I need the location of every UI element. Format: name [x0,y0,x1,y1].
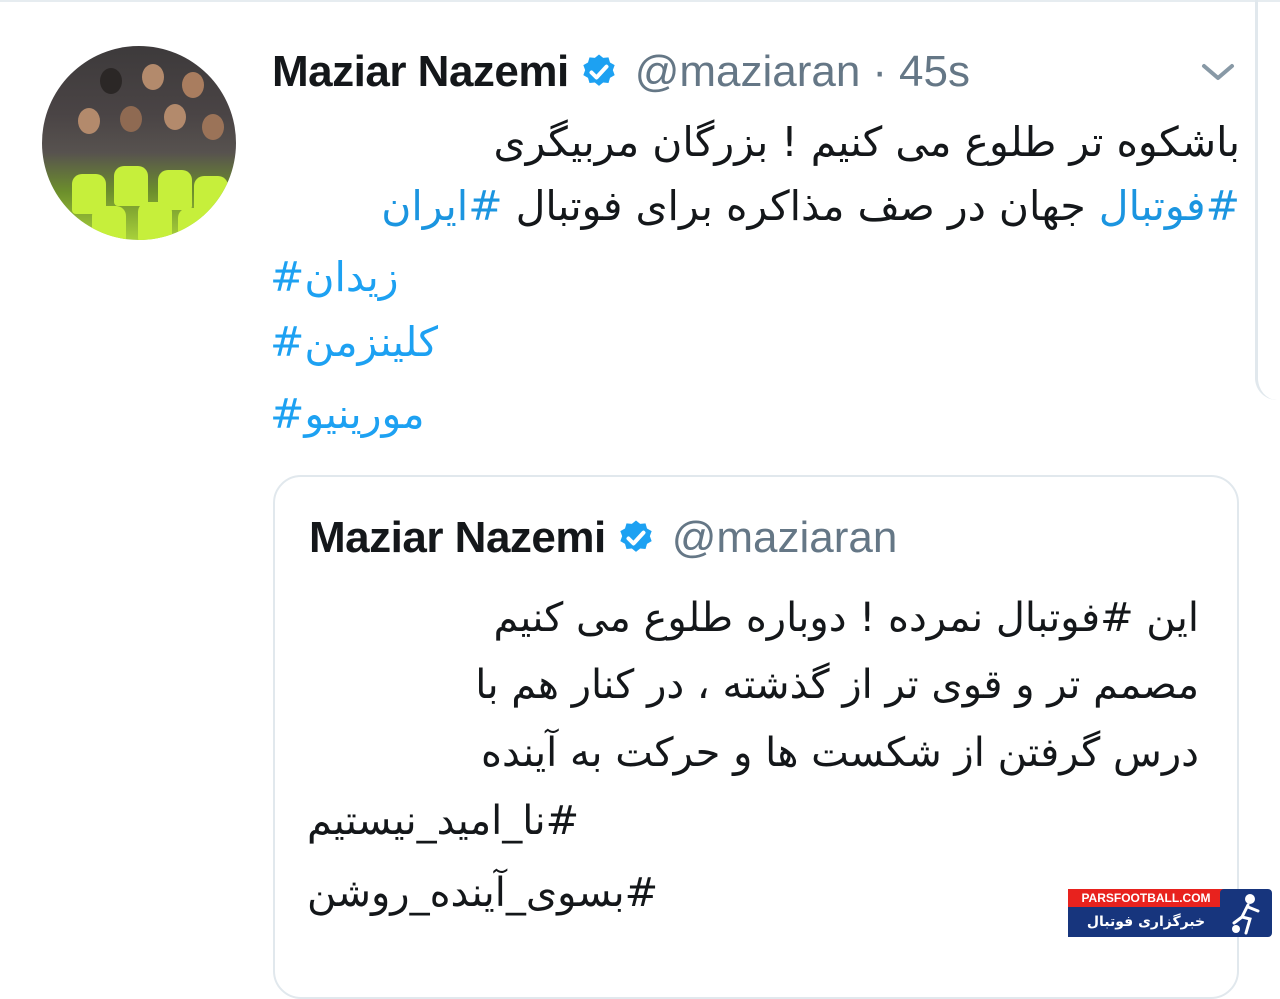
handle[interactable]: @maziaran [635,47,861,97]
hashtag-link[interactable]: #مورینیو [270,390,670,438]
avatar-figure [202,114,224,140]
quoted-tweet-header: Maziar Nazemi @maziaran [309,513,897,563]
watermark-site: PARSFOOTBALL.COM [1068,889,1224,907]
avatar-figure [120,106,142,132]
verified-badge-icon [579,52,619,92]
player-logo-icon [1220,889,1272,937]
hashtag-link[interactable]: #فوتبال [1099,182,1240,230]
display-name[interactable]: Maziar Nazemi [272,47,569,97]
scroll-edge [1255,0,1280,400]
quoted-handle: @maziaran [671,513,898,562]
quoted-line: این #فوتبال نمرده ! دوباره طلوع می کنیم [493,595,1200,641]
hashtag-link[interactable]: #ایران [381,182,502,230]
quoted-display-name: Maziar Nazemi [309,513,606,562]
quoted-line: #بسوی_آینده_روشن [307,870,659,916]
top-divider [0,0,1280,2]
avatar-figure [92,206,126,240]
tweet-line: باشکوه تر طلوع می کنیم ! بزرگان مربیگری [493,118,1240,166]
avatar-figure [164,104,186,130]
avatar-figure [138,202,172,240]
avatar-figure [142,64,164,90]
avatar-figure [114,166,148,206]
tweet-header: Maziar Nazemi @maziaran · 45s [272,44,970,100]
tweet-line: #فوتبال جهان در صف مذاکره برای فوتبال #ا… [250,174,1240,238]
quoted-line: درس گرفتن از شکست ها و حرکت به آینده [481,730,1199,776]
avatar-figure [178,208,212,240]
quoted-line: مصمم تر و قوی تر از گذشته ، در کنار هم ب… [475,662,1199,708]
tweet-line-text: جهان در صف مذاکره برای فوتبال [502,182,1099,230]
time-separator: · [872,47,888,96]
hashtag-link[interactable]: #کلینزمن [270,318,670,366]
avatar-figure [78,108,100,134]
avatar-figure [100,68,122,94]
timestamp[interactable]: 45s [899,47,970,97]
avatar[interactable] [42,46,236,240]
watermark-title: خبرگزاری فوتبال ایران [1068,907,1224,960]
chevron-down-icon[interactable] [1198,56,1238,88]
tweet-body: باشکوه تر طلوع می کنیم ! بزرگان مربیگری … [250,110,1240,238]
avatar-figure [182,72,204,98]
watermark: PARSFOOTBALL.COM خبرگزاری فوتبال ایران [1068,889,1274,960]
hashtag-link[interactable]: #زیدان [270,253,670,301]
verified-badge-icon [616,518,656,558]
quoted-line: #نا_امید_نیستیم [307,798,580,844]
